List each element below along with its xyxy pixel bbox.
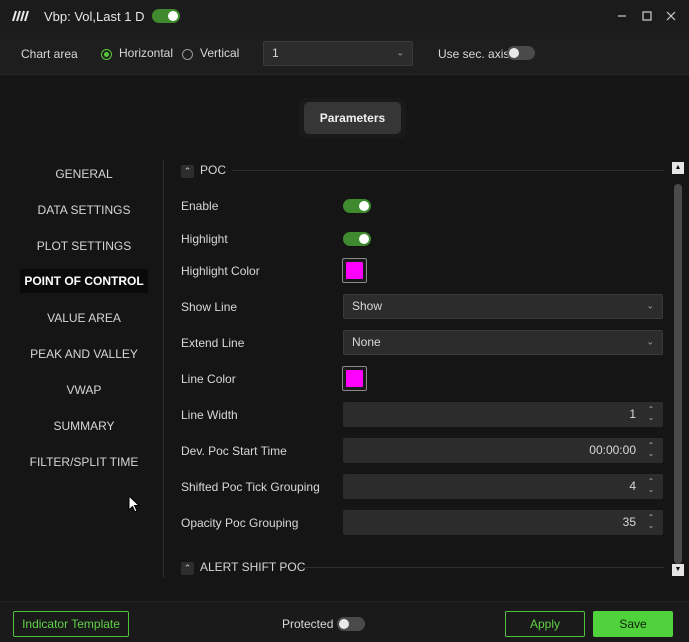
section-divider <box>300 567 664 568</box>
tab-parameters[interactable]: Parameters <box>304 102 401 134</box>
chevron-down-icon: ⌄ <box>646 299 654 310</box>
highlight-toggle[interactable] <box>343 232 371 246</box>
enable-toggle[interactable] <box>343 199 371 213</box>
radio-horizontal-label[interactable]: Horizontal <box>119 46 173 60</box>
enable-label: Enable <box>181 199 219 213</box>
radio-horizontal[interactable] <box>101 49 112 60</box>
extend-line-label: Extend Line <box>181 336 245 350</box>
apply-button[interactable]: Apply <box>505 611 585 637</box>
scroll-down-icon[interactable]: ▼ <box>672 564 684 576</box>
toggle-knob <box>168 11 178 21</box>
extend-line-select[interactable]: None ⌄ <box>343 330 663 355</box>
section-header-poc[interactable]: ⌃ POC <box>181 163 226 178</box>
shifted-poc-label: Shifted Poc Tick Grouping <box>181 480 320 494</box>
nav-item-data-settings[interactable]: DATA SETTINGS <box>20 198 148 222</box>
line-color-swatch[interactable] <box>342 366 367 391</box>
opacity-poc-stepper[interactable]: 35 ⌃ ⌄ <box>343 510 663 535</box>
nav-item-value-area[interactable]: VALUE AREA <box>20 306 148 330</box>
extend-line-value: None <box>352 335 381 349</box>
show-line-select[interactable]: Show ⌄ <box>343 294 663 319</box>
pane-select-value: 1 <box>272 46 279 60</box>
scroll-up-icon[interactable]: ▲ <box>672 162 684 174</box>
sec-axis-label: Use sec. axis <box>438 47 510 61</box>
shifted-poc-stepper[interactable]: 4 ⌃ ⌄ <box>343 474 663 499</box>
nav-item-peak-and-valley[interactable]: PEAK AND VALLEY <box>20 342 148 366</box>
highlight-color-swatch[interactable] <box>342 258 367 283</box>
settings-scrollbar[interactable]: ▲ ▼ <box>671 162 685 576</box>
close-icon[interactable] <box>663 8 679 24</box>
highlight-color-label: Highlight Color <box>181 264 260 278</box>
toggle-knob <box>359 201 369 211</box>
sec-axis-toggle[interactable] <box>507 46 535 60</box>
dialog-footer: Indicator Template Protected Apply Save <box>0 601 689 642</box>
protected-label: Protected <box>282 617 334 631</box>
chart-area-label: Chart area <box>21 47 78 61</box>
app-logo-icon <box>12 10 29 22</box>
chevron-down-icon: ⌄ <box>396 46 404 57</box>
highlight-label: Highlight <box>181 232 228 246</box>
radio-vertical[interactable] <box>182 49 193 60</box>
dev-poc-start-label: Dev. Poc Start Time <box>181 444 287 458</box>
save-button[interactable]: Save <box>593 611 673 637</box>
radio-vertical-label[interactable]: Vertical <box>200 46 239 60</box>
shifted-poc-value: 4 <box>629 479 636 493</box>
dev-poc-start-stepper[interactable]: 00:00:00 ⌃ ⌄ <box>343 438 663 463</box>
nav-divider <box>163 160 164 578</box>
section-title-poc: POC <box>200 163 227 177</box>
line-width-value: 1 <box>629 407 636 421</box>
show-line-value: Show <box>352 299 383 313</box>
spinner-icon[interactable]: ⌃ ⌄ <box>646 514 656 530</box>
toggle-knob <box>359 234 369 244</box>
toggle-knob <box>339 619 349 629</box>
color-fill <box>346 262 363 279</box>
line-color-label: Line Color <box>181 372 236 386</box>
indicator-template-button[interactable]: Indicator Template <box>13 611 129 637</box>
tab-strip: Parameters <box>299 98 406 138</box>
section-divider <box>232 170 664 171</box>
opacity-poc-label: Opacity Poc Grouping <box>181 516 299 530</box>
mouse-cursor-icon <box>128 495 140 513</box>
protected-toggle[interactable] <box>337 617 365 631</box>
section-title-alert: ALERT SHIFT POC <box>200 560 306 574</box>
minimize-icon[interactable] <box>614 8 630 24</box>
line-width-stepper[interactable]: 1 ⌃ ⌄ <box>343 402 663 427</box>
collapse-icon[interactable]: ⌃ <box>181 165 194 178</box>
nav-item-filter-split-time[interactable]: FILTER/SPLIT TIME <box>20 450 148 474</box>
nav-item-summary[interactable]: SUMMARY <box>20 414 148 438</box>
line-width-label: Line Width <box>181 408 238 422</box>
show-line-label: Show Line <box>181 300 238 314</box>
maximize-icon[interactable] <box>639 8 655 24</box>
pane-select[interactable]: 1 ⌄ <box>263 41 413 66</box>
dev-poc-start-value: 00:00:00 <box>589 443 636 457</box>
spinner-icon[interactable]: ⌃ ⌄ <box>646 406 656 422</box>
collapse-icon[interactable]: ⌃ <box>181 562 194 575</box>
section-header-alert-shift-poc[interactable]: ⌃ ALERT SHIFT POC <box>181 560 305 575</box>
indicator-enable-toggle[interactable] <box>152 9 180 23</box>
color-fill <box>346 370 363 387</box>
nav-item-plot-settings[interactable]: PLOT SETTINGS <box>20 234 148 258</box>
toggle-knob <box>509 48 519 58</box>
spinner-icon[interactable]: ⌃ ⌄ <box>646 442 656 458</box>
window-title: Vbp: Vol,Last 1 D <box>44 9 145 24</box>
spinner-icon[interactable]: ⌃ ⌄ <box>646 478 656 494</box>
scrollbar-thumb[interactable] <box>674 184 682 564</box>
chevron-down-icon: ⌄ <box>646 335 654 346</box>
opacity-poc-value: 35 <box>622 515 636 529</box>
title-bar: Vbp: Vol,Last 1 D <box>0 0 689 33</box>
chart-area-toolbar: Chart area Horizontal Vertical 1 ⌄ Use s… <box>0 33 689 75</box>
nav-item-vwap[interactable]: VWAP <box>20 378 148 402</box>
nav-item-general[interactable]: GENERAL <box>20 162 148 186</box>
nav-item-point-of-control[interactable]: POINT OF CONTROL <box>20 269 148 293</box>
